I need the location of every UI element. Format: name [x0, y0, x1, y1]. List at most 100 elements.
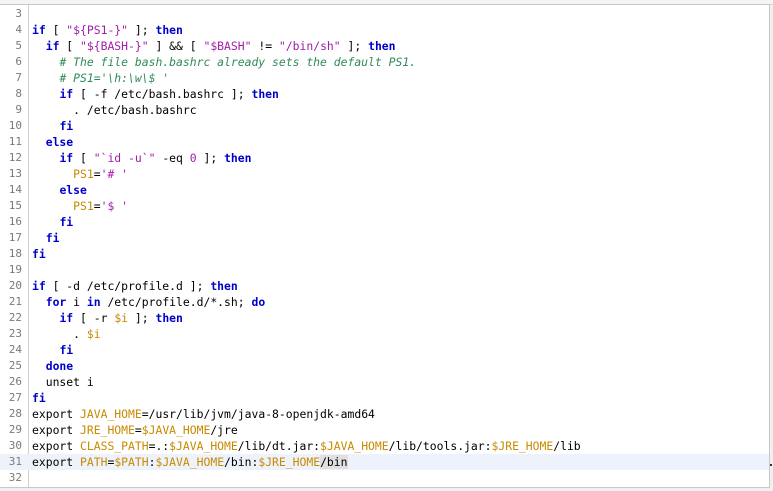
code-lines[interactable]: 3 4 if [ "${PS1-}" ]; then 5 if [ "${BASH-}… [0, 5, 769, 486]
code-text[interactable]: fi [32, 118, 73, 134]
code-line[interactable]: 24 fi [0, 342, 769, 358]
code-line[interactable]: 14 else [0, 182, 769, 198]
code-text[interactable]: export CLASS_PATH=.:$JAVA_HOME/lib/dt.ja… [32, 438, 581, 454]
code-token: [ -f /etc/bash.bashrc ]; [73, 87, 252, 101]
code-token: $JAVA_HOME [141, 423, 211, 437]
code-token: if [59, 151, 74, 165]
code-line[interactable]: 12 if [ "`id -u`" -eq 0 ]; then [0, 150, 769, 166]
code-text[interactable]: export JAVA_HOME=/usr/lib/jvm/java-8-ope… [32, 406, 375, 422]
code-text[interactable]: if [ "${BASH-}" ] && [ "$BASH" != "/bin/… [32, 38, 396, 54]
code-text[interactable]: # PS1='\h:\w\$ ' [32, 70, 169, 86]
line-number: 17 [8, 231, 22, 244]
code-token: PS1 [73, 167, 94, 181]
code-text[interactable]: fi [32, 246, 46, 262]
code-token: ]; [128, 23, 156, 37]
code-token: $JRE_HOME [258, 455, 321, 469]
code-text[interactable]: else [32, 134, 73, 150]
code-line[interactable]: 10 fi [0, 118, 769, 134]
code-token: # PS1='\h:\w\$ ' [59, 71, 170, 85]
code-text[interactable]: fi [32, 342, 73, 358]
code-token: then [251, 87, 279, 101]
code-line[interactable]: 23 . $i [0, 326, 769, 342]
code-token: $JAVA_HOME [320, 439, 389, 453]
code-line[interactable]: 6 # The file bash.bashrc already sets th… [0, 54, 769, 70]
code-text[interactable]: done [32, 358, 73, 374]
code-token: ]; [196, 151, 225, 165]
code-text[interactable]: if [ "`id -u`" -eq 0 ]; then [32, 150, 251, 166]
code-line[interactable]: 13 PS1='# ' [0, 166, 769, 182]
code-line[interactable]: 3 [0, 6, 769, 22]
code-text[interactable]: export JRE_HOME=$JAVA_HOME/jre [32, 422, 238, 438]
code-line[interactable]: 21 for i in /etc/profile.d/*.sh; do [0, 294, 769, 310]
code-token: '# ' [100, 167, 129, 181]
code-line[interactable]: 22 if [ -r $i ]; then [0, 310, 769, 326]
code-token: PATH [80, 455, 108, 469]
code-token: = [134, 423, 142, 437]
code-text[interactable]: export PATH=$PATH:$JAVA_HOME/bin:$JRE_HO… [32, 454, 348, 470]
code-editor[interactable]: 3 4 if [ "${PS1-}" ]; then 5 if [ "${BASH-}… [0, 4, 770, 488]
code-token: "/bin/sh" [278, 39, 341, 53]
code-text[interactable]: if [ -d /etc/profile.d ]; then [32, 278, 238, 294]
code-text[interactable]: . $i [32, 326, 100, 342]
line-number: 16 [8, 215, 22, 228]
code-line[interactable]: 15 PS1='$ ' [0, 198, 769, 214]
code-text[interactable]: for i in /etc/profile.d/*.sh; do [32, 294, 265, 310]
code-token: unset i [32, 375, 94, 389]
code-text[interactable]: PS1='# ' [32, 166, 128, 182]
code-text[interactable]: fi [32, 230, 60, 246]
code-text[interactable]: if [ "${PS1-}" ]; then [32, 22, 183, 38]
code-line[interactable]: 16 fi [0, 214, 769, 230]
code-line[interactable]: 31 export PATH=$PATH:$JAVA_HOME/bin:$JRE_… [0, 454, 769, 470]
code-line[interactable]: 18 fi [0, 246, 769, 262]
code-text[interactable]: else [32, 182, 86, 198]
code-text[interactable]: fi [32, 214, 73, 230]
scroll-marker [770, 464, 772, 466]
code-text[interactable]: unset i [32, 374, 94, 390]
code-line[interactable]: 11 else [0, 134, 769, 150]
code-token: [ -r [73, 311, 115, 325]
code-token: = [93, 167, 101, 181]
code-token: "${PS1-}" [66, 23, 129, 37]
code-token: $JAVA_HOME [155, 455, 225, 469]
code-text[interactable]: fi [32, 390, 46, 406]
code-token: if [59, 311, 74, 325]
code-token: [ [73, 151, 94, 165]
code-line[interactable]: 32 [0, 470, 769, 486]
code-token: then [210, 279, 238, 293]
code-token: fi [59, 343, 74, 357]
code-line[interactable]: 27 fi [0, 390, 769, 406]
code-line[interactable]: 9 . /etc/bash.bashrc [0, 102, 769, 118]
code-token: then [155, 311, 183, 325]
code-text[interactable]: if [ -r $i ]; then [32, 310, 183, 326]
code-text[interactable]: if [ -f /etc/bash.bashrc ]; then [32, 86, 279, 102]
code-line[interactable]: 17 fi [0, 230, 769, 246]
code-line[interactable]: 8 if [ -f /etc/bash.bashrc ]; then [0, 86, 769, 102]
code-token: $JAVA_HOME [169, 439, 238, 453]
line-number: 20 [8, 279, 22, 292]
code-text[interactable]: # The file bash.bashrc already sets the … [32, 54, 416, 70]
code-line[interactable]: 30 export CLASS_PATH=.:$JAVA_HOME/lib/dt.… [0, 438, 769, 454]
code-token: fi [59, 119, 74, 133]
code-line[interactable]: 29 export JRE_HOME=$JAVA_HOME/jre [0, 422, 769, 438]
code-line[interactable]: 25 done [0, 358, 769, 374]
code-token: /etc/profile.d/*.sh; [100, 295, 252, 309]
code-text[interactable]: . /etc/bash.bashrc [32, 102, 196, 118]
code-line[interactable]: 26 unset i [0, 374, 769, 390]
code-line[interactable]: 4 if [ "${PS1-}" ]; then [0, 22, 769, 38]
code-token: fi [32, 391, 46, 405]
code-token: "$BASH" [203, 39, 252, 53]
code-line[interactable]: 28 export JAVA_HOME=/usr/lib/jvm/java-8-o… [0, 406, 769, 422]
code-line[interactable]: 19 [0, 262, 769, 278]
code-line[interactable]: 20 if [ -d /etc/profile.d ]; then [0, 278, 769, 294]
code-line[interactable]: 7 # PS1='\h:\w\$ ' [0, 70, 769, 86]
code-text[interactable]: PS1='$ ' [32, 198, 128, 214]
code-line[interactable]: 5 if [ "${BASH-}" ] && [ "$BASH" != "/bi… [0, 38, 769, 54]
code-token: if [45, 39, 60, 53]
